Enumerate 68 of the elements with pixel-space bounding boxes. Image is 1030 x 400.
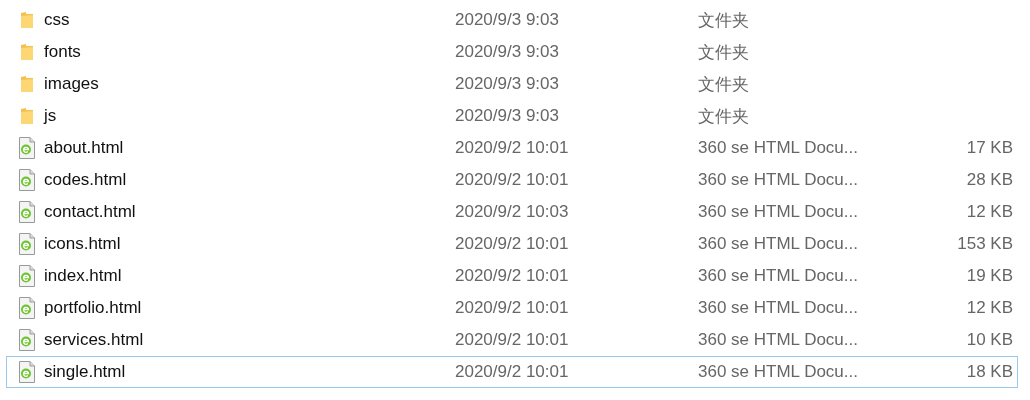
file-size: 19 KB (966, 266, 1014, 286)
file-row[interactable]: codes.html 2020/9/2 10:01 360 se HTML Docu... 28 KB (6, 164, 1018, 196)
file-type: 文件夹 (698, 9, 750, 32)
file-name: images (44, 74, 100, 94)
file-size: 18 KB (966, 362, 1014, 382)
document-icon (17, 265, 36, 287)
file-size: 153 KB (957, 234, 1014, 254)
file-name: icons.html (44, 234, 122, 254)
file-name: contact.html (44, 202, 137, 222)
modified-date: 2020/9/3 9:03 (455, 10, 560, 30)
modified-date: 2020/9/2 10:03 (455, 202, 570, 222)
file-type: 360 se HTML Docu... (698, 234, 859, 254)
modified-date: 2020/9/2 10:01 (455, 362, 570, 382)
document-icon (17, 297, 36, 319)
modified-date: 2020/9/3 9:03 (455, 106, 560, 126)
modified-date: 2020/9/2 10:01 (455, 266, 570, 286)
document-icon (17, 137, 36, 159)
file-name: fonts (44, 42, 82, 62)
file-row[interactable]: icons.html 2020/9/2 10:01 360 se HTML Docu... 153 KB (6, 228, 1018, 260)
file-row[interactable]: css 2020/9/3 9:03 文件夹 (6, 4, 1018, 36)
folder-icon (19, 11, 34, 29)
folder-icon (19, 75, 34, 93)
file-name: js (44, 106, 58, 126)
file-name: css (44, 10, 71, 30)
file-name: index.html (44, 266, 123, 286)
file-type: 文件夹 (698, 41, 750, 64)
file-type: 360 se HTML Docu... (698, 330, 859, 350)
file-name: services.html (44, 330, 145, 350)
file-size: 12 KB (966, 202, 1014, 222)
file-type: 文件夹 (698, 105, 750, 128)
file-row[interactable]: images 2020/9/3 9:03 文件夹 (6, 68, 1018, 100)
modified-date: 2020/9/2 10:01 (455, 234, 570, 254)
file-row[interactable]: services.html 2020/9/2 10:01 360 se HTML Docu... 10 KB (6, 324, 1018, 356)
file-size: 17 KB (966, 138, 1014, 158)
file-size: 28 KB (966, 170, 1014, 190)
file-size: 12 KB (966, 298, 1014, 318)
modified-date: 2020/9/3 9:03 (455, 42, 560, 62)
file-row[interactable]: portfolio.html 2020/9/2 10:01 360 se HTML Docu... 12 KB (6, 292, 1018, 324)
file-name: about.html (44, 138, 125, 158)
file-name: portfolio.html (44, 298, 143, 318)
file-row[interactable]: js 2020/9/3 9:03 文件夹 (6, 100, 1018, 132)
document-icon (17, 169, 36, 191)
file-row[interactable]: about.html 2020/9/2 10:01 360 se HTML Docu... 17 KB (6, 132, 1018, 164)
document-icon (17, 361, 36, 383)
folder-icon (19, 107, 34, 125)
modified-date: 2020/9/3 9:03 (455, 74, 560, 94)
file-type: 360 se HTML Docu... (698, 202, 859, 222)
document-icon (17, 201, 36, 223)
file-size: 10 KB (966, 330, 1014, 350)
file-type: 360 se HTML Docu... (698, 362, 859, 382)
document-icon (17, 329, 36, 351)
file-row[interactable]: index.html 2020/9/2 10:01 360 se HTML Docu... 19 KB (6, 260, 1018, 292)
document-icon (17, 233, 36, 255)
modified-date: 2020/9/2 10:01 (455, 170, 570, 190)
file-row[interactable]: contact.html 2020/9/2 10:03 360 se HTML Docu... 12 KB (6, 196, 1018, 228)
modified-date: 2020/9/2 10:01 (455, 298, 570, 318)
modified-date: 2020/9/2 10:01 (455, 330, 570, 350)
modified-date: 2020/9/2 10:01 (455, 138, 570, 158)
file-type: 360 se HTML Docu... (698, 138, 859, 158)
file-type: 360 se HTML Docu... (698, 170, 859, 190)
file-row[interactable]: single.html 2020/9/2 10:01 360 se HTML Docu... 18 KB (6, 356, 1018, 388)
file-row[interactable]: fonts 2020/9/3 9:03 文件夹 (6, 36, 1018, 68)
file-name: single.html (44, 362, 127, 382)
folder-icon (19, 43, 34, 61)
file-type: 360 se HTML Docu... (698, 298, 859, 318)
file-type: 360 se HTML Docu... (698, 266, 859, 286)
file-name: codes.html (44, 170, 128, 190)
file-type: 文件夹 (698, 73, 750, 96)
